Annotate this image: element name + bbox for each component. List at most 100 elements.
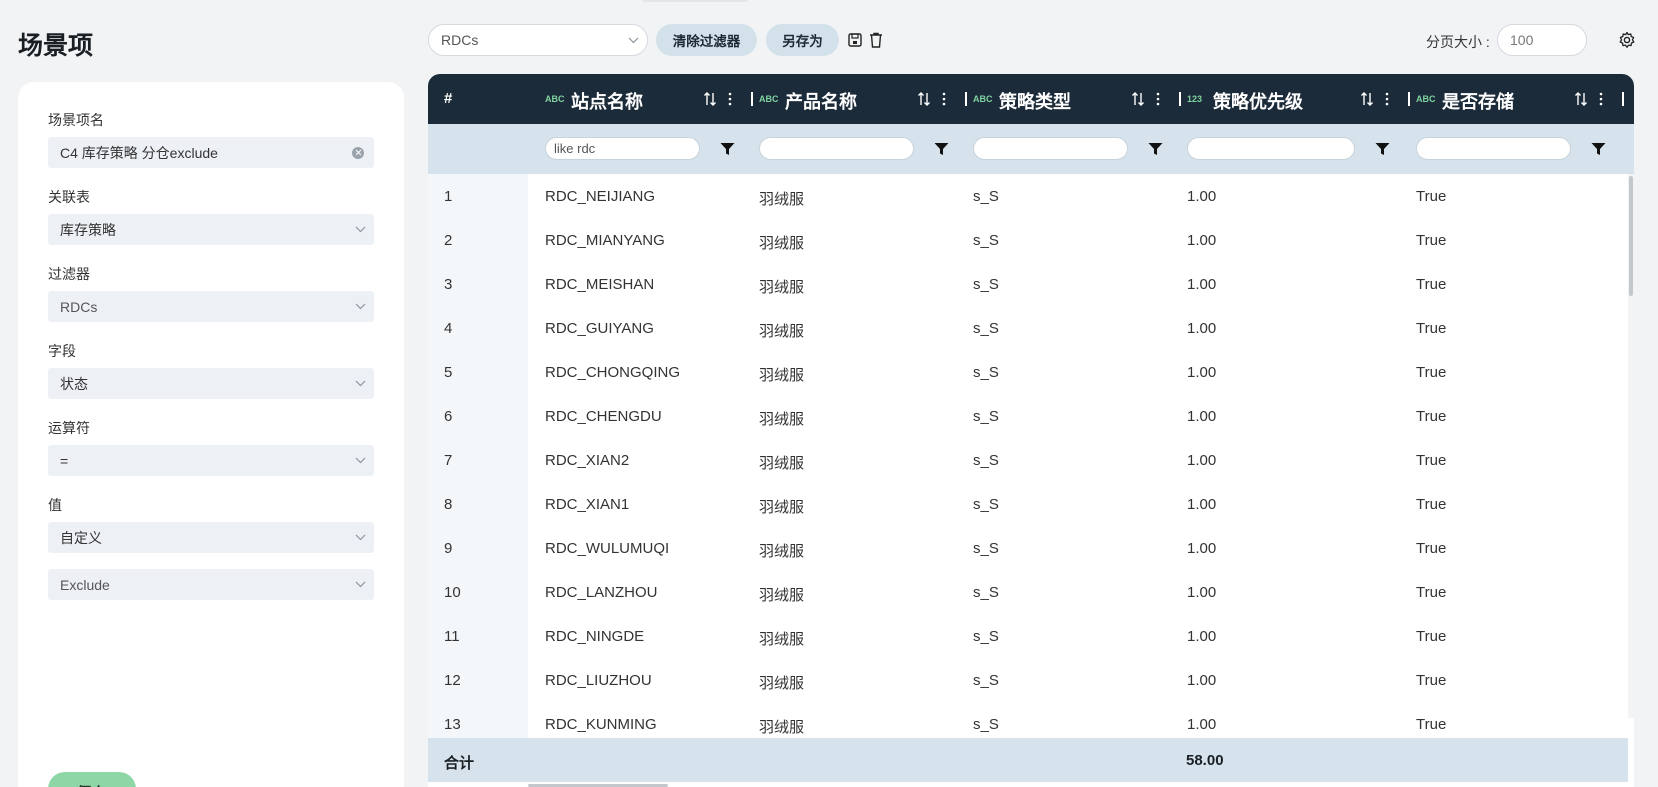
column-resize-handle[interactable] <box>751 92 753 106</box>
table-row[interactable]: 2 RDC_MIANYANG 羽绒服 s_S 1.00 True <box>428 218 1628 262</box>
table-row[interactable]: 9 RDC_WULUMUQI 羽绒服 s_S 1.00 True <box>428 526 1628 570</box>
column-header[interactable]: ABC 产品名称 <box>759 74 967 124</box>
table-cell: RDC_XIAN1 <box>545 496 630 513</box>
table-row[interactable]: 8 RDC_XIAN1 羽绒服 s_S 1.00 True <box>428 482 1628 526</box>
name-field[interactable]: C4 库存策略 分仓exclude <box>48 137 374 168</box>
table-cell: s_S <box>973 276 999 293</box>
table-cell: RDC_MEISHAN <box>545 276 655 293</box>
value-custom: Exclude <box>60 576 110 593</box>
filter-icon[interactable] <box>1591 142 1606 156</box>
table-cell: RDC_WULUMUQI <box>545 540 670 557</box>
save-button[interactable]: 保存 <box>48 772 136 787</box>
table-cell: 羽绒服 <box>759 499 805 516</box>
field-select[interactable]: 状态 <box>48 368 374 399</box>
table-row[interactable]: 7 RDC_XIAN2 羽绒服 s_S 1.00 True <box>428 438 1628 482</box>
column-filter-input[interactable] <box>1416 137 1571 160</box>
sort-icon[interactable] <box>917 91 931 107</box>
column-resize-handle[interactable] <box>1408 92 1410 106</box>
filter-icon[interactable] <box>1375 142 1390 156</box>
save-as-button[interactable]: 另存为 <box>766 24 839 56</box>
scrollbar-thumb[interactable] <box>1629 176 1633 296</box>
column-header[interactable]: ABC 站点名称 <box>545 74 753 124</box>
row-index: 7 <box>444 452 453 469</box>
table-cell: True <box>1416 232 1447 249</box>
more-vertical-icon[interactable] <box>727 91 733 107</box>
column-header[interactable]: ABC 策略类型 <box>973 74 1181 124</box>
operator-value: = <box>60 452 69 469</box>
table-cell: RDC_LIUZHOU <box>545 672 652 689</box>
table-cell: 羽绒服 <box>759 543 805 560</box>
column-filter-input[interactable] <box>973 137 1128 160</box>
table-cell: RDC_XIAN2 <box>545 452 630 469</box>
filter-icon[interactable] <box>934 142 949 156</box>
column-title: 产品名称 <box>785 92 857 112</box>
filter-icon[interactable] <box>720 142 735 156</box>
table-select[interactable]: 库存策略 <box>48 214 374 245</box>
table-row[interactable]: 12 RDC_LIUZHOU 羽绒服 s_S 1.00 True <box>428 658 1628 702</box>
table-cell: s_S <box>973 364 999 381</box>
value-custom-select[interactable]: Exclude <box>48 569 374 600</box>
column-type-tag: ABC <box>759 94 779 104</box>
sort-icon[interactable] <box>1360 91 1374 107</box>
table-row[interactable]: 1 RDC_NEIJIANG 羽绒服 s_S 1.00 True <box>428 174 1628 218</box>
column-header[interactable]: 123 策略优先级 <box>1187 74 1410 124</box>
operator-select[interactable]: = <box>48 445 374 476</box>
save-icon[interactable] <box>847 31 863 49</box>
table-row[interactable]: 6 RDC_CHENGDU 羽绒服 s_S 1.00 True <box>428 394 1628 438</box>
clear-icon[interactable] <box>352 146 364 159</box>
table-cell: s_S <box>973 672 999 689</box>
more-vertical-icon[interactable] <box>1384 91 1390 107</box>
gear-icon[interactable] <box>1618 31 1636 49</box>
table-row[interactable]: 3 RDC_MEISHAN 羽绒服 s_S 1.00 True <box>428 262 1628 306</box>
drag-handle[interactable] <box>640 0 750 2</box>
table-cell: True <box>1416 452 1447 469</box>
table-cell: 羽绒服 <box>759 279 805 296</box>
page-size-input[interactable]: 100 <box>1497 24 1587 56</box>
row-index: 13 <box>444 716 461 733</box>
column-resize-handle[interactable] <box>1179 92 1181 106</box>
table-cell: s_S <box>973 716 999 733</box>
filter-icon[interactable] <box>1148 142 1163 156</box>
filter-select-field[interactable]: RDCs <box>48 291 374 322</box>
table-cell: 羽绒服 <box>759 675 805 692</box>
table-row[interactable]: 5 RDC_CHONGQING 羽绒服 s_S 1.00 True <box>428 350 1628 394</box>
page-title: 场景项 <box>18 32 94 60</box>
value-label: 值 <box>48 497 62 513</box>
table-cell: RDC_NEIJIANG <box>545 188 656 205</box>
table-cell: 1.00 <box>1187 672 1217 689</box>
clear-filter-button[interactable]: 清除过滤器 <box>656 24 757 56</box>
row-index: 5 <box>444 364 453 381</box>
chevron-down-icon <box>346 457 374 464</box>
vertical-scrollbar[interactable] <box>1628 174 1634 718</box>
filter-value: RDCs <box>60 298 98 315</box>
column-filter-input[interactable] <box>1187 137 1355 160</box>
field-value: 状态 <box>60 375 88 392</box>
column-filter-input[interactable]: like rdc <box>545 137 700 160</box>
table-cell: 羽绒服 <box>759 367 805 384</box>
column-resize-handle[interactable] <box>965 92 967 106</box>
table-row[interactable]: 10 RDC_LANZHOU 羽绒服 s_S 1.00 True <box>428 570 1628 614</box>
column-type-tag: 123 <box>1187 94 1203 104</box>
filter-dropdown[interactable]: RDCs <box>428 24 648 56</box>
more-vertical-icon[interactable] <box>1598 91 1604 107</box>
trash-icon[interactable] <box>868 31 884 49</box>
more-vertical-icon[interactable] <box>1155 91 1161 107</box>
table-row[interactable]: 4 RDC_GUIYANG 羽绒服 s_S 1.00 True <box>428 306 1628 350</box>
row-index-cell <box>428 526 528 570</box>
column-filter-input[interactable] <box>759 137 914 160</box>
sort-icon[interactable] <box>1131 91 1145 107</box>
table-row[interactable]: 11 RDC_NINGDE 羽绒服 s_S 1.00 True <box>428 614 1628 658</box>
sort-icon[interactable] <box>1574 91 1588 107</box>
table-cell: s_S <box>973 584 999 601</box>
chevron-down-icon <box>346 303 374 310</box>
column-resize-handle[interactable] <box>1622 92 1624 106</box>
totals-row: 合计 58.00 <box>428 738 1628 782</box>
column-type-tag: ABC <box>973 94 993 104</box>
table-cell: s_S <box>973 496 999 513</box>
column-header[interactable]: ABC 是否存储 <box>1416 74 1624 124</box>
table-cell: 羽绒服 <box>759 323 805 340</box>
more-vertical-icon[interactable] <box>941 91 947 107</box>
sort-icon[interactable] <box>703 91 717 107</box>
column-title: 是否存储 <box>1442 92 1514 112</box>
value-mode-select[interactable]: 自定义 <box>48 522 374 553</box>
